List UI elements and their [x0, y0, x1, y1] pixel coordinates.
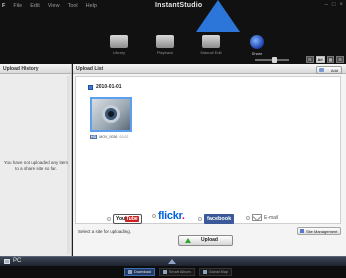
active-mode-pointer: [196, 0, 240, 32]
mode-library-label: Library: [112, 50, 126, 55]
pc-icon: [4, 258, 10, 264]
site-option-email[interactable]: E-mail: [246, 214, 278, 221]
mode-library[interactable]: Library: [96, 32, 142, 58]
view-buttons: ⊟ All ▦ ☰: [306, 56, 344, 63]
pc-device[interactable]: PC: [4, 258, 21, 264]
minimize-button[interactable]: –: [325, 2, 328, 8]
site-management-icon: [300, 229, 304, 233]
zoom-slider-handle[interactable]: [272, 57, 277, 63]
upload-history-title: Upload History: [0, 64, 71, 74]
title-toolbar: F File Edit View Tool Help InstantStudio…: [0, 0, 346, 64]
menu-file[interactable]: File: [13, 3, 22, 9]
close-button[interactable]: ×: [339, 2, 343, 8]
site-option-facebook[interactable]: facebook: [198, 214, 235, 224]
playback-icon: [156, 35, 174, 48]
maximize-button[interactable]: □: [332, 2, 336, 8]
bottom-bar: Download Smart Album Global Map: [0, 266, 346, 278]
view-grid-icon[interactable]: ▦: [326, 56, 335, 63]
email-icon: [252, 214, 262, 221]
download-icon: [128, 270, 132, 274]
date-group-label: 2010-01-01: [96, 84, 122, 90]
tab-download-label: Download: [134, 270, 151, 274]
mode-playback-label: Playback: [156, 50, 174, 55]
media-thumbnail[interactable]: [90, 97, 132, 132]
mode-switcher: Library Playback Manual Edit Share: [96, 32, 280, 58]
pc-label: PC: [13, 258, 22, 264]
upload-list-title: Upload List: [73, 64, 346, 74]
site-management-button[interactable]: Site Management: [297, 227, 341, 235]
manual-edit-icon: [202, 35, 220, 48]
library-icon: [110, 35, 128, 48]
add-icon: [319, 68, 324, 72]
site-option-flickr[interactable]: flickr.: [152, 210, 185, 222]
upload-button[interactable]: Upload: [178, 235, 233, 246]
calendar-icon: [88, 84, 93, 90]
menu-tool[interactable]: Tool: [68, 3, 78, 9]
window-controls: – □ ×: [325, 2, 343, 8]
device-bar[interactable]: PC: [0, 256, 346, 266]
email-label: E-mail: [264, 214, 279, 221]
radio-youtube[interactable]: [107, 217, 111, 221]
global-map-icon: [202, 270, 207, 274]
expand-device-icon[interactable]: [168, 259, 176, 264]
add-button[interactable]: Add: [316, 66, 342, 74]
radio-flickr[interactable]: [152, 214, 156, 218]
upload-history-empty-message: You have not uploaded any item to a shar…: [3, 160, 69, 171]
site-hint: Select a site for uploading.: [78, 229, 132, 234]
thumbnail-lens-center: [108, 111, 114, 117]
tab-global-map[interactable]: Global Map: [198, 268, 233, 276]
mode-manual-edit-label: Manual Edit: [200, 50, 222, 55]
share-site-options: YouTube flickr. facebook E-mail: [0, 210, 346, 228]
flickr-logo: flickr.: [158, 210, 185, 222]
smart-album-icon: [162, 270, 167, 274]
menu-edit[interactable]: Edit: [30, 3, 39, 9]
site-option-youtube[interactable]: YouTube: [107, 214, 142, 224]
mode-share[interactable]: Share: [234, 32, 280, 58]
upload-button-label: Upload: [201, 237, 218, 243]
tab-download[interactable]: Download: [124, 268, 155, 276]
menu-view[interactable]: View: [48, 3, 60, 9]
upload-arrow-icon: [185, 238, 191, 243]
hd-badge: HD: [90, 135, 98, 139]
site-management-label: Site Management: [306, 229, 338, 234]
media-caption: HD MOV_0036 00:02: [90, 135, 128, 139]
share-icon: [250, 35, 264, 49]
upload-list[interactable]: 2010-01-01 HD MOV_0036 00:02: [75, 76, 341, 224]
mode-manual-edit[interactable]: Manual Edit: [188, 32, 234, 58]
view-list-icon[interactable]: ☰: [336, 56, 344, 63]
tab-global-map-label: Global Map: [208, 270, 229, 274]
date-group-header[interactable]: 2010-01-01: [88, 84, 122, 90]
facebook-logo: facebook: [204, 214, 235, 224]
menu-bar: F File Edit View Tool Help: [2, 3, 97, 9]
mode-share-label: Share: [251, 51, 263, 56]
app-menu-icon[interactable]: F: [2, 3, 5, 9]
tab-smart-album[interactable]: Smart Album: [158, 268, 195, 276]
tab-smart-album-label: Smart Album: [168, 270, 191, 274]
delete-icon[interactable]: ⊟: [306, 56, 314, 63]
radio-facebook[interactable]: [198, 217, 202, 221]
media-duration: 00:02: [119, 135, 129, 139]
view-all-button[interactable]: All: [315, 56, 325, 63]
mode-playback[interactable]: Playback: [142, 32, 188, 58]
media-filename: MOV_0036: [99, 135, 118, 139]
menu-help[interactable]: Help: [86, 3, 97, 9]
add-button-label: Add: [330, 68, 338, 73]
radio-email[interactable]: [246, 215, 250, 220]
bottom-tabs: Download Smart Album Global Map: [124, 268, 233, 276]
youtube-logo: YouTube: [113, 214, 142, 224]
